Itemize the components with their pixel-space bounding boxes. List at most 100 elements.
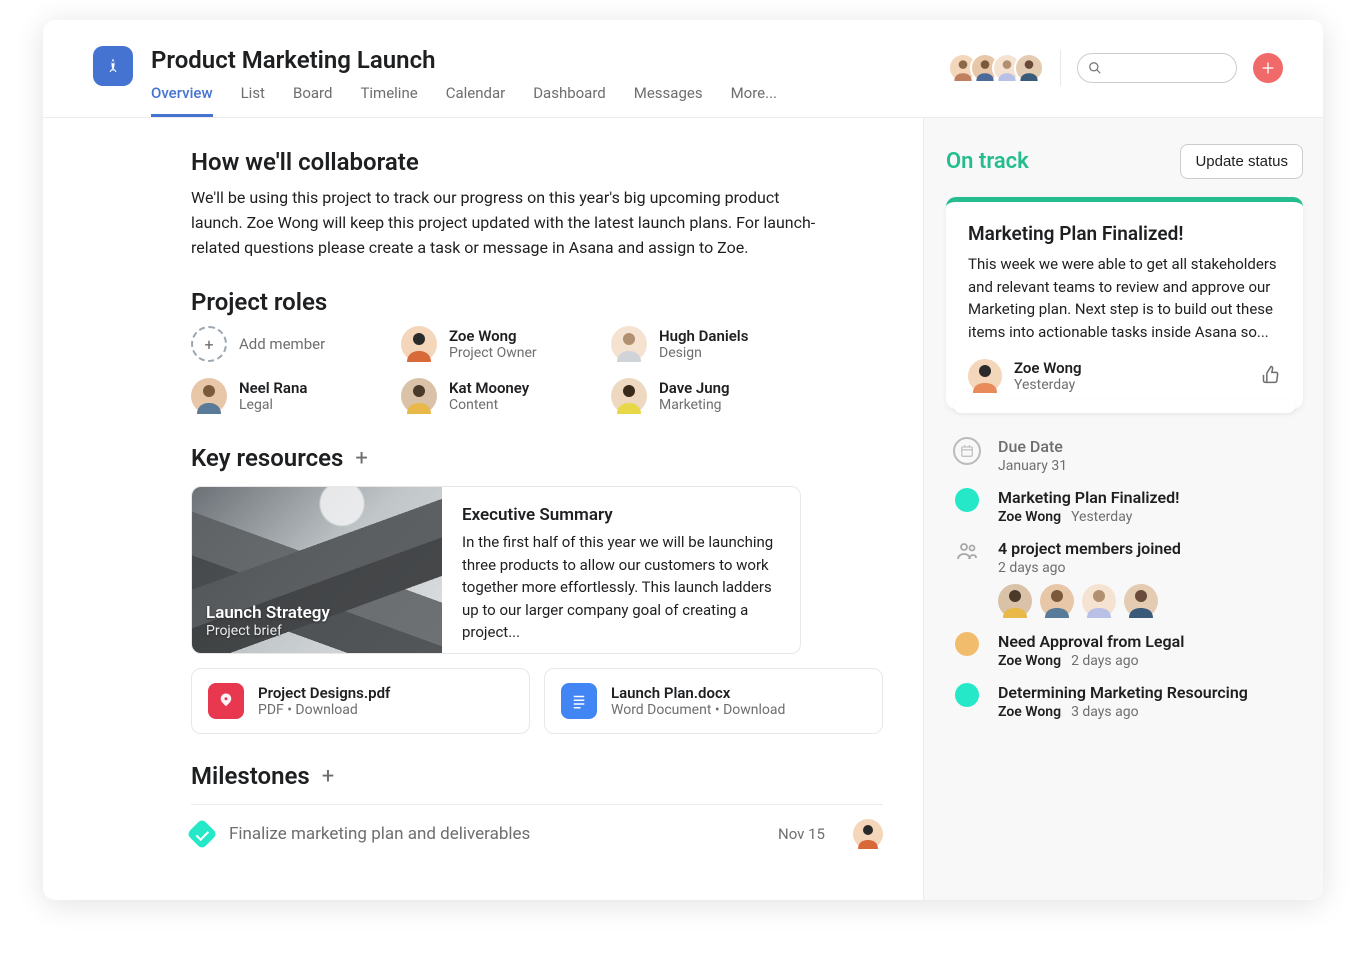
timeline-item[interactable]: Determining Marketing Resourcing Zoe Won… bbox=[952, 683, 1303, 720]
member-name: Neel Rana bbox=[239, 379, 307, 397]
timeline-item[interactable]: Marketing Plan Finalized! Zoe WongYester… bbox=[952, 488, 1303, 525]
avatar bbox=[968, 359, 1002, 393]
role-member[interactable]: Neel RanaLegal bbox=[191, 378, 391, 414]
doc-icon bbox=[561, 683, 597, 719]
roles-grid: + Add member Zoe WongProject Owner Hugh … bbox=[191, 326, 883, 414]
timeline-item[interactable]: Need Approval from Legal Zoe Wong2 days … bbox=[952, 632, 1303, 669]
milestones-heading: Milestones bbox=[191, 762, 310, 790]
milestone-item[interactable]: Finalize marketing plan and deliverables… bbox=[191, 804, 883, 849]
tab-messages[interactable]: Messages bbox=[634, 84, 703, 117]
member-name: Zoe Wong bbox=[449, 327, 537, 345]
update-body: This week we were able to get all stakeh… bbox=[968, 253, 1281, 343]
avatar bbox=[1082, 584, 1116, 618]
pdf-icon bbox=[208, 683, 244, 719]
status-row: On track Update status bbox=[946, 144, 1303, 179]
tab-calendar[interactable]: Calendar bbox=[446, 84, 506, 117]
add-member-button[interactable]: + Add member bbox=[191, 326, 391, 362]
file-meta: PDF • Download bbox=[258, 702, 390, 718]
body: How we'll collaborate We'll be using thi… bbox=[43, 118, 1323, 900]
timeline-time: 2 days ago bbox=[1071, 653, 1139, 669]
member-role: Marketing bbox=[659, 397, 730, 413]
member-role: Design bbox=[659, 345, 748, 361]
header-right bbox=[948, 46, 1283, 86]
due-date-label: Due Date bbox=[998, 437, 1303, 456]
status-dot-yellow bbox=[955, 632, 979, 656]
status-update-card[interactable]: Marketing Plan Finalized! This week we w… bbox=[946, 197, 1303, 409]
role-member[interactable]: Hugh DanielsDesign bbox=[611, 326, 811, 362]
tab-list[interactable]: List bbox=[241, 84, 265, 117]
brief-overlay-sub: Project brief bbox=[206, 623, 428, 639]
avatar bbox=[998, 584, 1032, 618]
timeline-author: Zoe Wong bbox=[998, 509, 1061, 525]
timeline-title: Determining Marketing Resourcing bbox=[998, 683, 1303, 702]
resources-heading: Key resources bbox=[191, 444, 343, 472]
update-status-button[interactable]: Update status bbox=[1180, 144, 1303, 179]
thumbs-up-icon bbox=[1261, 364, 1281, 384]
avatar bbox=[401, 326, 437, 362]
project-icon bbox=[93, 46, 133, 86]
add-resource-button[interactable]: + bbox=[355, 446, 367, 471]
role-member[interactable]: Zoe WongProject Owner bbox=[401, 326, 601, 362]
member-role: Legal bbox=[239, 397, 307, 413]
milestone-title: Finalize marketing plan and deliverables bbox=[229, 824, 762, 844]
status-dot-green bbox=[955, 683, 979, 707]
add-milestone-button[interactable]: + bbox=[322, 764, 334, 789]
project-brief-card[interactable]: Launch Strategy Project brief Executive … bbox=[191, 486, 801, 654]
update-title: Marketing Plan Finalized! bbox=[968, 222, 1281, 245]
avatar bbox=[1124, 584, 1158, 618]
status-dot-green bbox=[955, 488, 979, 512]
avatar bbox=[611, 378, 647, 414]
tab-dashboard[interactable]: Dashboard bbox=[533, 84, 606, 117]
header-main: Product Marketing Launch Overview List B… bbox=[151, 46, 930, 117]
avatar bbox=[611, 326, 647, 362]
role-member[interactable]: Dave JungMarketing bbox=[611, 378, 811, 414]
brief-title: Executive Summary bbox=[462, 505, 780, 525]
divider bbox=[1060, 50, 1061, 86]
milestone-date: Nov 15 bbox=[778, 825, 825, 843]
brief-overlay-title: Launch Strategy bbox=[206, 603, 428, 623]
project-title: Product Marketing Launch bbox=[151, 46, 930, 74]
author-name: Zoe Wong bbox=[1014, 359, 1082, 377]
avatar bbox=[1040, 584, 1074, 618]
tab-timeline[interactable]: Timeline bbox=[360, 84, 417, 117]
collaborate-heading: How we'll collaborate bbox=[191, 148, 883, 176]
timeline-time: 3 days ago bbox=[1071, 704, 1139, 720]
like-button[interactable] bbox=[1261, 364, 1281, 388]
people-icon bbox=[955, 539, 979, 563]
tab-more[interactable]: More... bbox=[731, 84, 777, 117]
update-author: Zoe Wong Yesterday bbox=[968, 359, 1082, 393]
add-button[interactable] bbox=[1253, 53, 1283, 83]
milestone-check-icon[interactable] bbox=[186, 819, 217, 850]
calendar-icon bbox=[953, 437, 981, 465]
tab-board[interactable]: Board bbox=[293, 84, 332, 117]
member-role: Content bbox=[449, 397, 529, 413]
file-meta: Word Document • Download bbox=[611, 702, 785, 718]
avatar bbox=[853, 819, 883, 849]
timeline-time: 2 days ago bbox=[998, 560, 1303, 576]
plus-icon: + bbox=[191, 326, 227, 362]
role-member[interactable]: Kat MooneyContent bbox=[401, 378, 601, 414]
brief-text: In the first half of this year we will b… bbox=[462, 531, 780, 644]
search-input[interactable] bbox=[1077, 53, 1237, 83]
app-frame: Product Marketing Launch Overview List B… bbox=[43, 20, 1323, 900]
milestones-heading-row: Milestones + bbox=[191, 762, 883, 790]
tab-overview[interactable]: Overview bbox=[151, 84, 213, 117]
header: Product Marketing Launch Overview List B… bbox=[43, 20, 1323, 118]
author-time: Yesterday bbox=[1014, 377, 1082, 393]
update-footer: Zoe Wong Yesterday bbox=[968, 359, 1281, 393]
member-avatars[interactable] bbox=[948, 53, 1044, 83]
status-panel: On track Update status Marketing Plan Fi… bbox=[923, 118, 1323, 900]
tabs: Overview List Board Timeline Calendar Da… bbox=[151, 84, 930, 117]
timeline-time: Yesterday bbox=[1071, 509, 1132, 525]
avatar bbox=[191, 378, 227, 414]
member-name: Kat Mooney bbox=[449, 379, 529, 397]
due-date-value: January 31 bbox=[998, 458, 1303, 474]
timeline-due-date: Due Date January 31 bbox=[952, 437, 1303, 474]
stacked-card-shadow bbox=[954, 399, 1295, 413]
plus-icon bbox=[1260, 60, 1276, 76]
brief-body: Executive Summary In the first half of t… bbox=[442, 487, 800, 653]
timeline-title: Need Approval from Legal bbox=[998, 632, 1303, 651]
file-card[interactable]: Launch Plan.docxWord Document • Download bbox=[544, 668, 883, 734]
timeline-item[interactable]: 4 project members joined 2 days ago bbox=[952, 539, 1303, 618]
file-card[interactable]: Project Designs.pdfPDF • Download bbox=[191, 668, 530, 734]
